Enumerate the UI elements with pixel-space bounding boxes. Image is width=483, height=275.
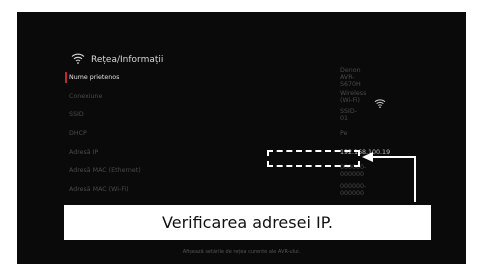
row-value: 000000-000000: [340, 182, 367, 197]
row-connection[interactable]: Conexiune Wireless (Wi-Fi): [69, 90, 366, 104]
row-label: Conexiune: [69, 93, 103, 100]
callout-arrow-line: [372, 156, 416, 158]
row-ssid[interactable]: SSID SSID-01: [69, 108, 357, 122]
page-title: Rețea/Informații: [91, 54, 164, 65]
row-label: Adresă MAC (Ethernet): [69, 167, 141, 174]
row-label: Nume prietenos: [69, 74, 120, 81]
callout-text: Verificarea adresei IP.: [162, 213, 333, 232]
row-label: SSID: [69, 111, 84, 118]
row-value: Denon AVR-S670H: [340, 67, 361, 88]
callout-caption: Verificarea adresei IP.: [64, 205, 431, 240]
row-value: Wireless (Wi-Fi): [340, 89, 367, 104]
row-mac-ethernet[interactable]: Adresă MAC (Ethernet) 000000-000000: [69, 164, 366, 178]
row-friendly-name[interactable]: Nume prietenos Denon AVR-S670H: [64, 67, 361, 88]
footer-hint: Afișează setările de rețea curente ale A…: [182, 249, 301, 255]
row-label: DHCP: [69, 130, 87, 137]
wifi-icon: [71, 52, 85, 67]
row-label: Adresă MAC (Wi-Fi): [69, 186, 129, 193]
row-value: SSID-01: [340, 107, 357, 122]
tv-screen: Rețea/Informații Nume prietenos Denon AV…: [17, 12, 466, 264]
wifi-icon: [374, 93, 386, 112]
row-value: Pe: [340, 130, 348, 137]
ip-highlight-box: [267, 150, 360, 167]
row-dhcp[interactable]: DHCP Pe: [69, 127, 347, 140]
row-ip-address[interactable]: Adresă IP 192.168.100.19: [69, 146, 390, 159]
callout-arrow-line: [414, 156, 416, 202]
row-label: Adresă IP: [69, 149, 99, 156]
row-mac-wifi[interactable]: Adresă MAC (Wi-Fi) 000000-000000: [69, 183, 366, 197]
page-header: Rețea/Informații: [71, 52, 163, 67]
